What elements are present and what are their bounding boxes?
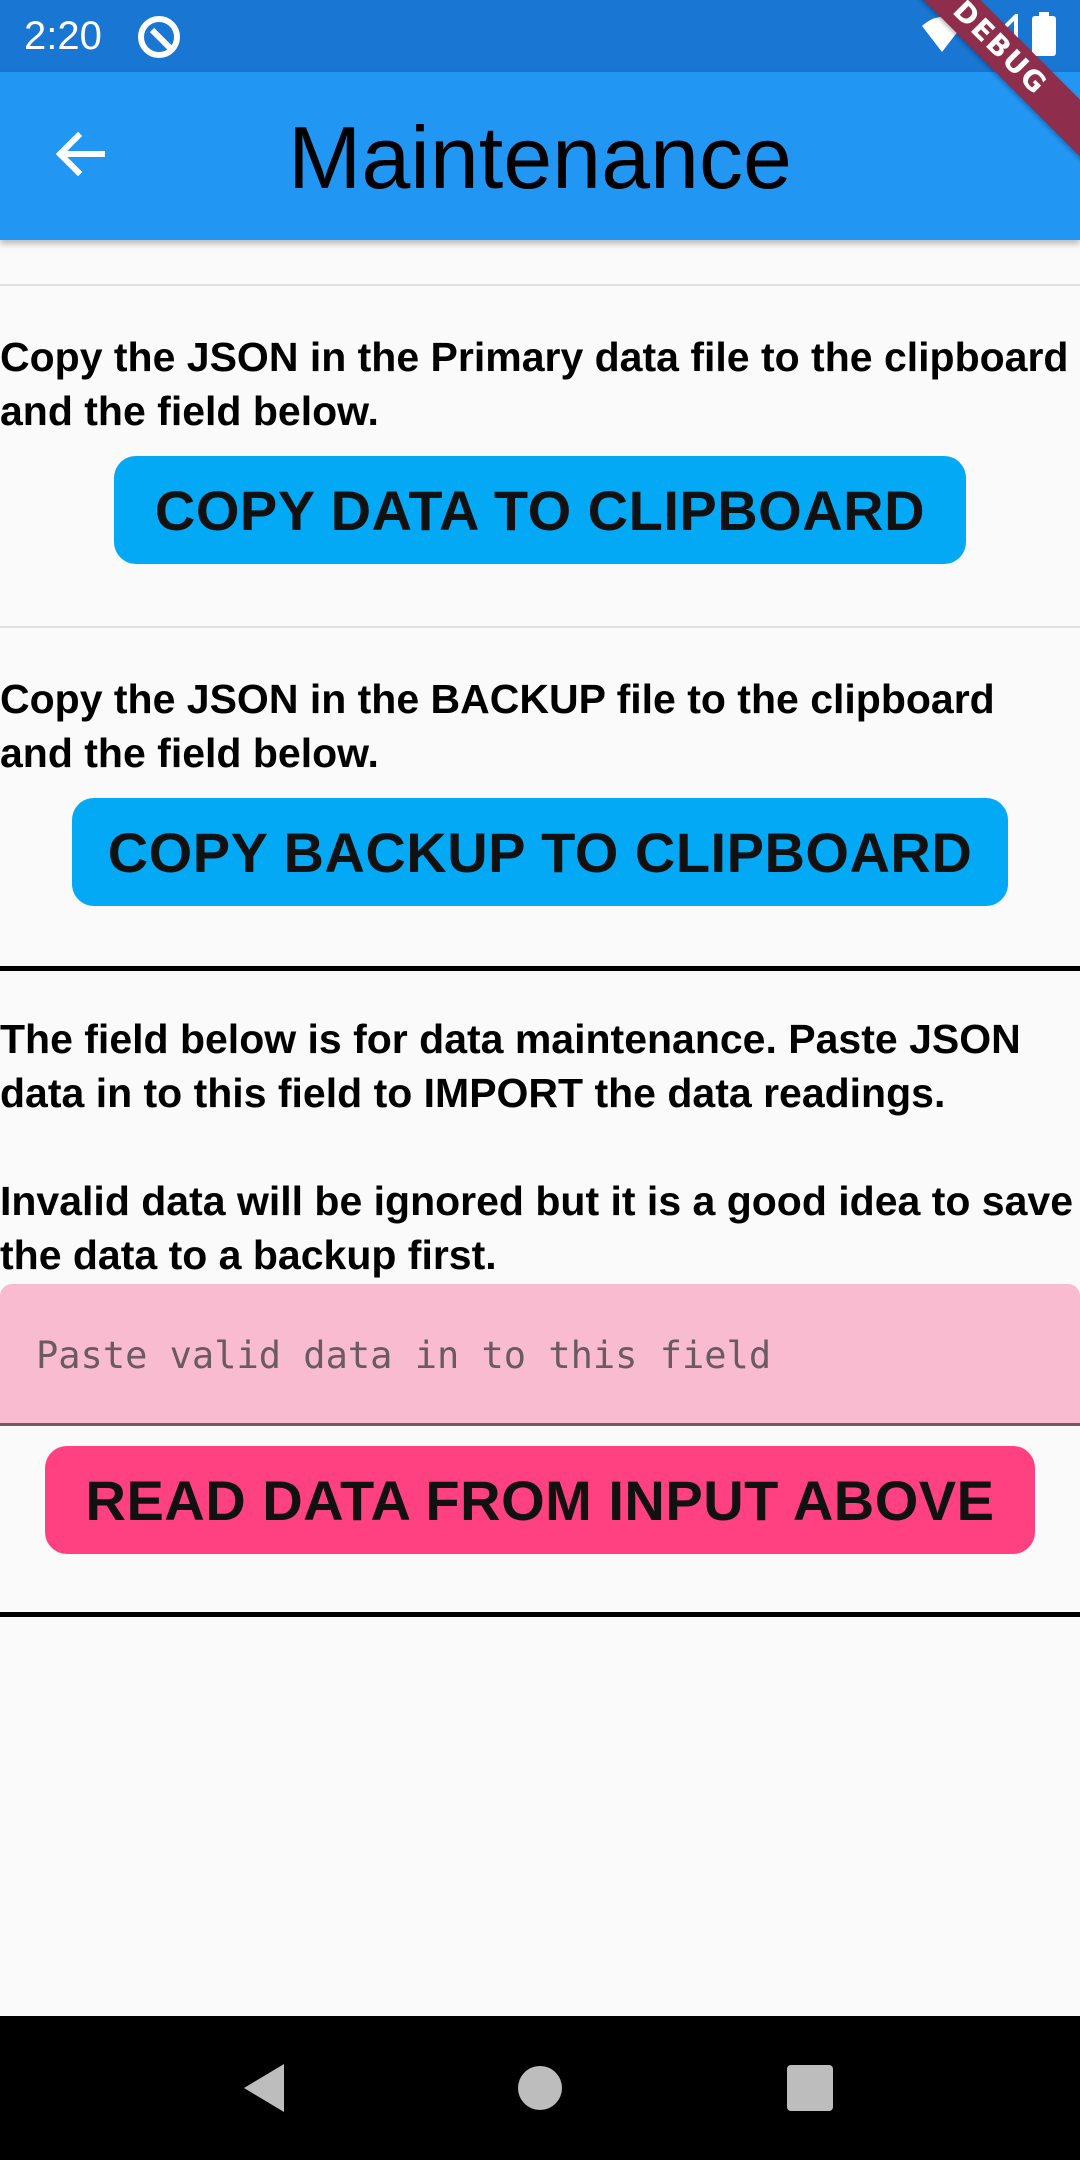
read-data-button[interactable]: READ DATA FROM INPUT ABOVE bbox=[45, 1446, 1035, 1554]
battery-icon bbox=[1032, 11, 1056, 61]
paste-field-placeholder: Paste valid data in to this field bbox=[36, 1334, 772, 1377]
app-bar: Maintenance bbox=[0, 72, 1080, 240]
primary-description: Copy the JSON in the Primary data file t… bbox=[0, 334, 1069, 434]
system-nav-bar bbox=[0, 2016, 1080, 2160]
section-divider bbox=[0, 284, 1080, 286]
copy-data-button[interactable]: COPY DATA TO CLIPBOARD bbox=[114, 456, 966, 564]
app-notification-icon bbox=[136, 14, 182, 60]
circle-home-icon[interactable] bbox=[510, 2058, 570, 2118]
status-bar: 2:20 bbox=[0, 0, 1080, 72]
section-divider-dark bbox=[0, 1612, 1080, 1617]
copy-backup-button[interactable]: COPY BACKUP TO CLIPBOARD bbox=[72, 798, 1008, 906]
paste-data-field[interactable]: Paste valid data in to this field bbox=[0, 1284, 1080, 1426]
page-title: Maintenance bbox=[288, 108, 792, 207]
maintenance-description: The field below is for data maintenance.… bbox=[0, 1016, 1021, 1116]
backup-description: Copy the JSON in the BACKUP file to the … bbox=[0, 676, 995, 776]
triangle-back-icon[interactable] bbox=[236, 2058, 296, 2118]
square-recents-icon[interactable] bbox=[780, 2058, 840, 2118]
section-divider bbox=[0, 626, 1080, 628]
section-divider-dark bbox=[0, 966, 1080, 971]
status-time: 2:20 bbox=[24, 14, 102, 58]
maintenance-warning: Invalid data will be ignored but it is a… bbox=[0, 1178, 1074, 1278]
